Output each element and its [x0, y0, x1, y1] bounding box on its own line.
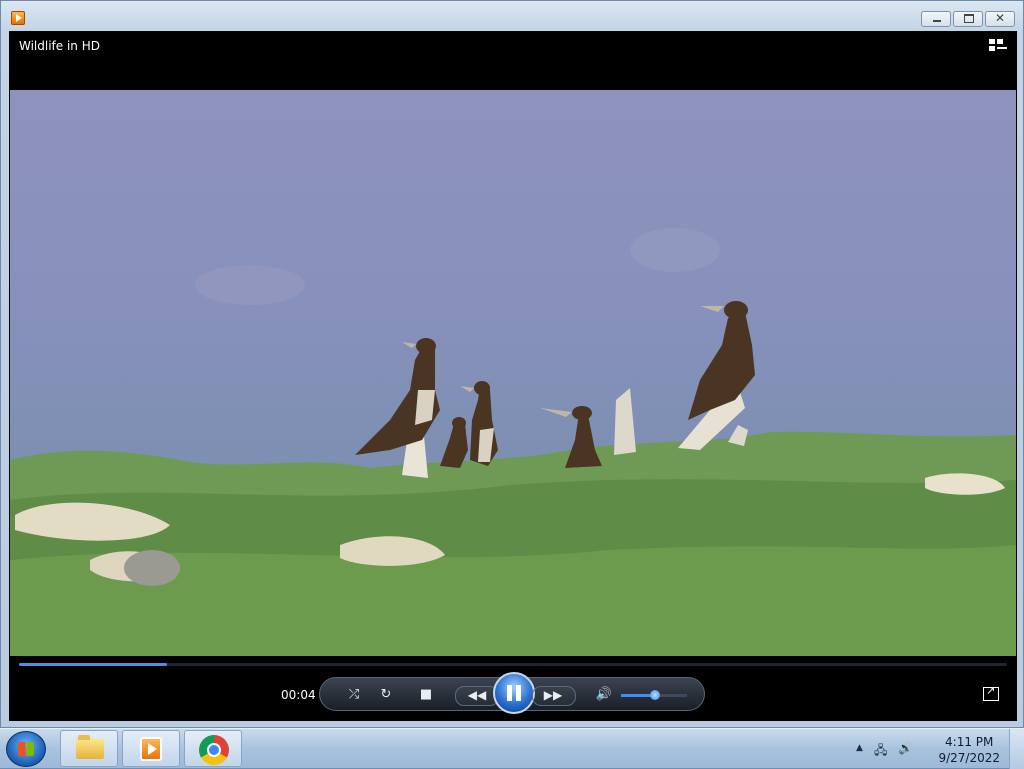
clock-time: 4:11 PM	[945, 735, 994, 749]
show-desktop-button[interactable]	[1009, 729, 1024, 769]
playback-controls: ⤮ ↻ ■ ◀◀ ▶▶ 🔊	[319, 672, 705, 714]
taskbar-item-windows-explorer[interactable]	[60, 730, 118, 767]
repeat-icon[interactable]: ↻	[376, 685, 396, 705]
network-icon[interactable]: 🖧	[874, 741, 887, 762]
folder-icon	[76, 735, 104, 759]
pause-button[interactable]	[493, 672, 535, 714]
windows-media-player-icon	[11, 11, 25, 25]
close-button[interactable]: ✕	[985, 11, 1015, 27]
seek-bar-progress	[19, 663, 168, 666]
close-icon: ✕	[994, 11, 1006, 25]
show-hidden-icons-icon[interactable]: ▲	[856, 743, 863, 753]
taskbar: ▲ 🖧 🔊 4:11 PM 9/27/2022	[0, 728, 1024, 769]
windows-media-player-icon	[140, 737, 162, 761]
system-tray: ▲ 🖧 🔊 4:11 PM 9/27/2022	[854, 729, 1024, 769]
taskbar-item-windows-media-player[interactable]	[122, 730, 180, 767]
video-frame[interactable]	[10, 90, 1016, 656]
clock-date: 9/27/2022	[938, 751, 1000, 765]
media-player-window: ✕ Wildlife in HD 00:04 ⤮ ↻ ■ ◀◀ ▶▶ 🔊 ↗	[0, 0, 1024, 728]
maximize-button[interactable]	[953, 11, 983, 27]
title-bar[interactable]: ✕	[1, 1, 1023, 31]
previous-icon: ◀◀	[467, 688, 487, 702]
fullscreen-icon[interactable]	[983, 684, 999, 701]
wildlife-scene-image	[10, 228, 1016, 656]
minimize-button[interactable]	[921, 11, 951, 27]
shuffle-icon[interactable]: ⤮	[344, 685, 364, 705]
stop-icon[interactable]: ■	[416, 685, 436, 705]
seek-bar[interactable]	[19, 663, 1007, 666]
next-icon: ▶▶	[543, 688, 563, 702]
switch-to-library-button[interactable]	[989, 39, 1007, 55]
clock[interactable]: 4:11 PM 9/27/2022	[938, 734, 1000, 766]
next-button[interactable]: ▶▶	[532, 686, 576, 706]
volume-slider[interactable]	[621, 690, 687, 700]
taskbar-item-google-chrome[interactable]	[184, 730, 242, 767]
speaker-icon[interactable]: 🔊	[594, 685, 614, 705]
video-title: Wildlife in HD	[19, 39, 100, 53]
volume-knob[interactable]	[649, 690, 660, 700]
elapsed-time: 00:04	[281, 688, 316, 702]
start-button[interactable]	[6, 731, 46, 767]
caption-buttons: ✕	[921, 11, 1015, 27]
now-playing-area: Wildlife in HD 00:04 ⤮ ↻ ■ ◀◀ ▶▶ 🔊 ↗	[9, 31, 1017, 721]
volume-icon[interactable]: 🔊	[898, 741, 913, 755]
chrome-icon	[199, 735, 229, 765]
